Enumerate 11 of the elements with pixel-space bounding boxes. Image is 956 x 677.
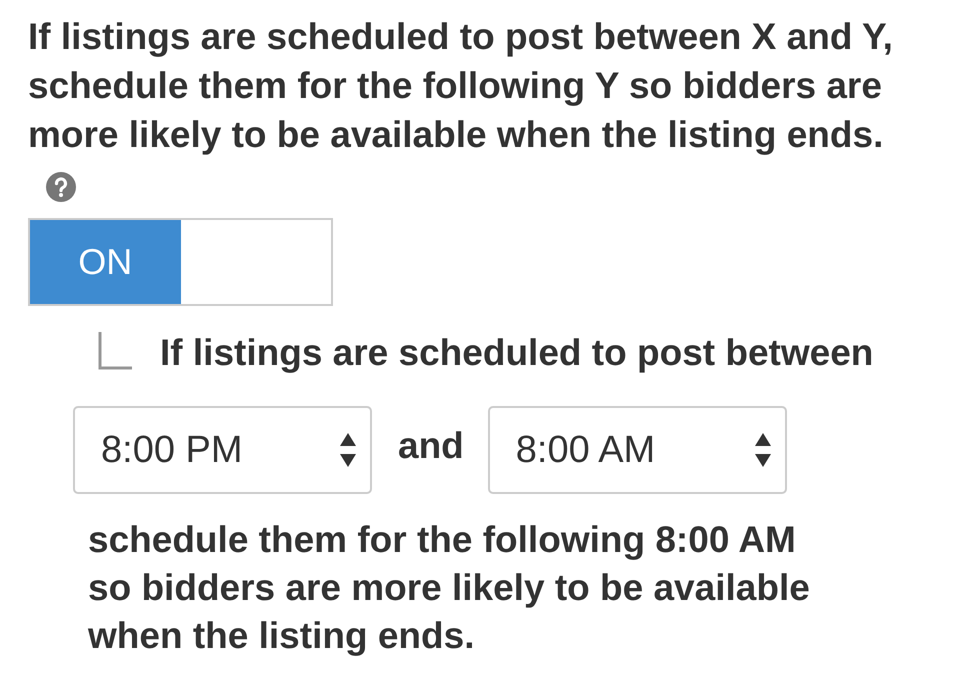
condition-label: If listings are scheduled to post between xyxy=(160,332,874,374)
time-select[interactable]: 8:00 AM xyxy=(488,406,787,494)
toggle-switch[interactable]: ON xyxy=(28,218,333,306)
and-label: and xyxy=(398,425,464,467)
updown-icon xyxy=(754,433,771,467)
description-text: If listings are scheduled to post between X and Y, schedule them for the following Y so bidders are more likely to be available when the listing ends. xyxy=(28,16,893,155)
help-icon[interactable] xyxy=(46,172,76,202)
time-select[interactable]: 8:00 PM xyxy=(73,406,372,494)
result-text: schedule them for the following 8:00 AM so bidders are more likely to be available when the listing ends. xyxy=(88,518,811,658)
updown-icon xyxy=(340,433,356,467)
corner-icon xyxy=(98,332,132,370)
